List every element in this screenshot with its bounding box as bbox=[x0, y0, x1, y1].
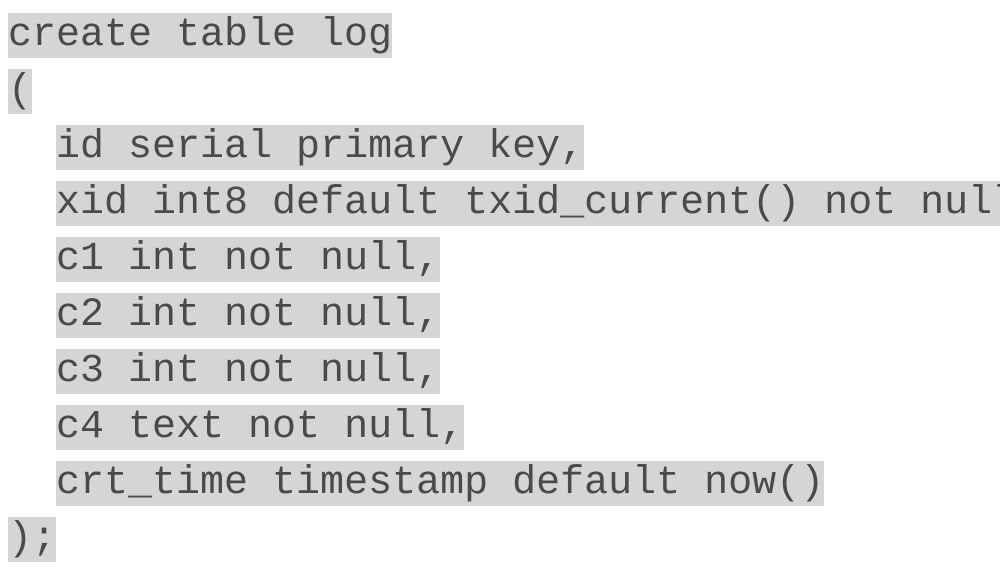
code-line-3: id serial primary key, bbox=[8, 120, 992, 176]
code-text: create table log bbox=[8, 13, 392, 58]
sql-code-block: create table log ( id serial primary key… bbox=[8, 8, 992, 568]
code-line-9: crt_time timestamp default now() bbox=[8, 456, 992, 512]
code-text: ); bbox=[8, 517, 56, 562]
code-text: c2 int not null, bbox=[56, 293, 440, 338]
code-text: c3 int not null, bbox=[56, 349, 440, 394]
code-line-6: c2 int not null, bbox=[8, 288, 992, 344]
code-text: xid int8 default txid_current() not null… bbox=[56, 181, 1000, 226]
code-line-7: c3 int not null, bbox=[8, 344, 992, 400]
code-text: ( bbox=[8, 69, 32, 114]
code-line-4: xid int8 default txid_current() not null… bbox=[8, 176, 992, 232]
code-line-2: ( bbox=[8, 64, 992, 120]
code-text: crt_time timestamp default now() bbox=[56, 461, 824, 506]
code-line-10: ); bbox=[8, 512, 992, 568]
code-text: c1 int not null, bbox=[56, 237, 440, 282]
code-line-5: c1 int not null, bbox=[8, 232, 992, 288]
code-text: c4 text not null, bbox=[56, 405, 464, 450]
code-line-1: create table log bbox=[8, 8, 992, 64]
code-text: id serial primary key, bbox=[56, 125, 584, 170]
code-line-8: c4 text not null, bbox=[8, 400, 992, 456]
